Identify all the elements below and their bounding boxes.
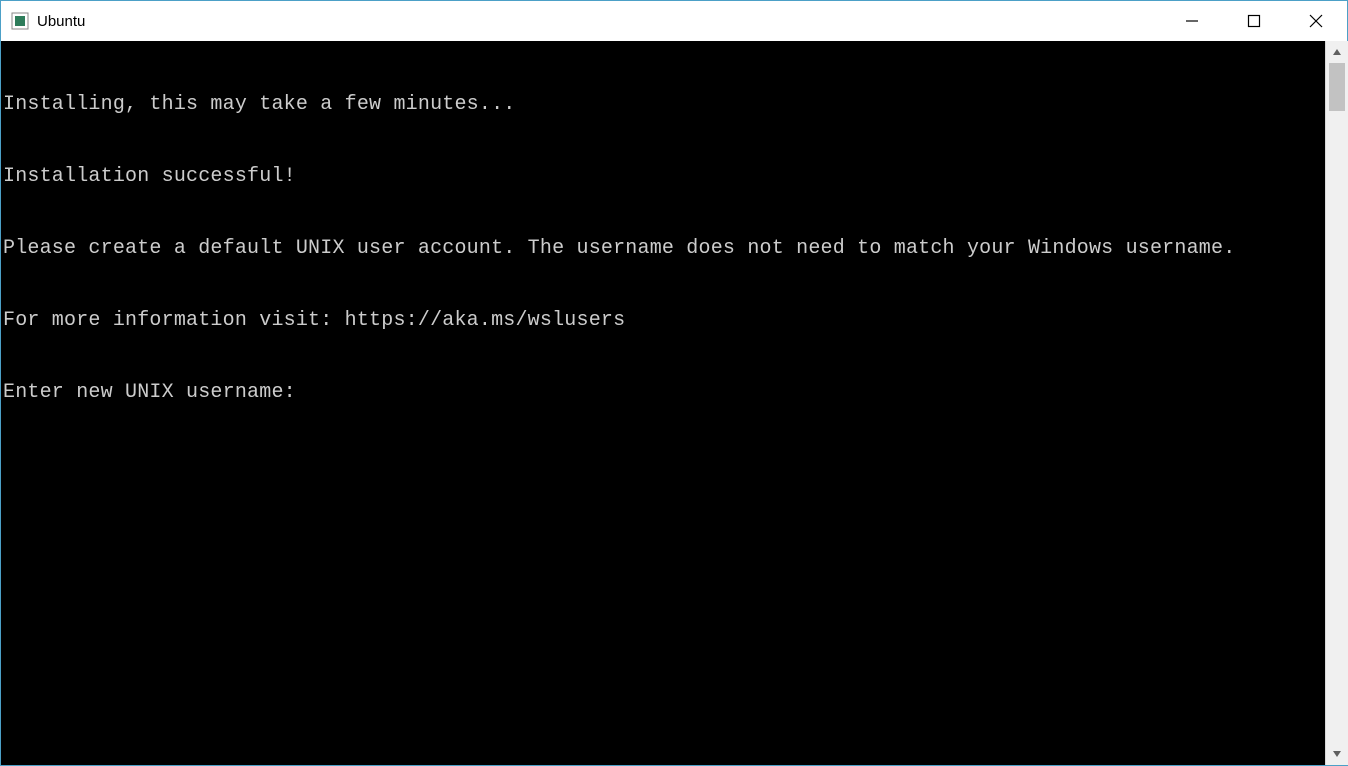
username-input[interactable] bbox=[308, 381, 708, 404]
window-title: Ubuntu bbox=[37, 13, 85, 30]
scroll-up-arrow-icon[interactable] bbox=[1326, 41, 1348, 63]
terminal-output[interactable]: Installing, this may take a few minutes.… bbox=[1, 41, 1325, 765]
terminal-line: Please create a default UNIX user accoun… bbox=[3, 237, 1323, 261]
content-area: Installing, this may take a few minutes.… bbox=[1, 41, 1347, 765]
prompt-text: Enter new UNIX username: bbox=[3, 381, 296, 405]
prompt-line: Enter new UNIX username: bbox=[3, 381, 1323, 405]
titlebar[interactable]: Ubuntu bbox=[1, 1, 1347, 41]
vertical-scrollbar[interactable] bbox=[1325, 41, 1347, 765]
maximize-button[interactable] bbox=[1223, 1, 1285, 41]
scroll-down-arrow-icon[interactable] bbox=[1326, 743, 1348, 765]
terminal-line: Installation successful! bbox=[3, 165, 1323, 189]
close-button[interactable] bbox=[1285, 1, 1347, 41]
scroll-thumb[interactable] bbox=[1329, 63, 1345, 111]
scroll-track[interactable] bbox=[1326, 63, 1348, 743]
window-controls bbox=[1161, 1, 1347, 41]
app-window: Ubuntu Installing, this may take a few m… bbox=[0, 0, 1348, 766]
terminal-line: Installing, this may take a few minutes.… bbox=[3, 93, 1323, 117]
app-icon bbox=[11, 12, 29, 30]
terminal-line: For more information visit: https://aka.… bbox=[3, 309, 1323, 333]
minimize-button[interactable] bbox=[1161, 1, 1223, 41]
